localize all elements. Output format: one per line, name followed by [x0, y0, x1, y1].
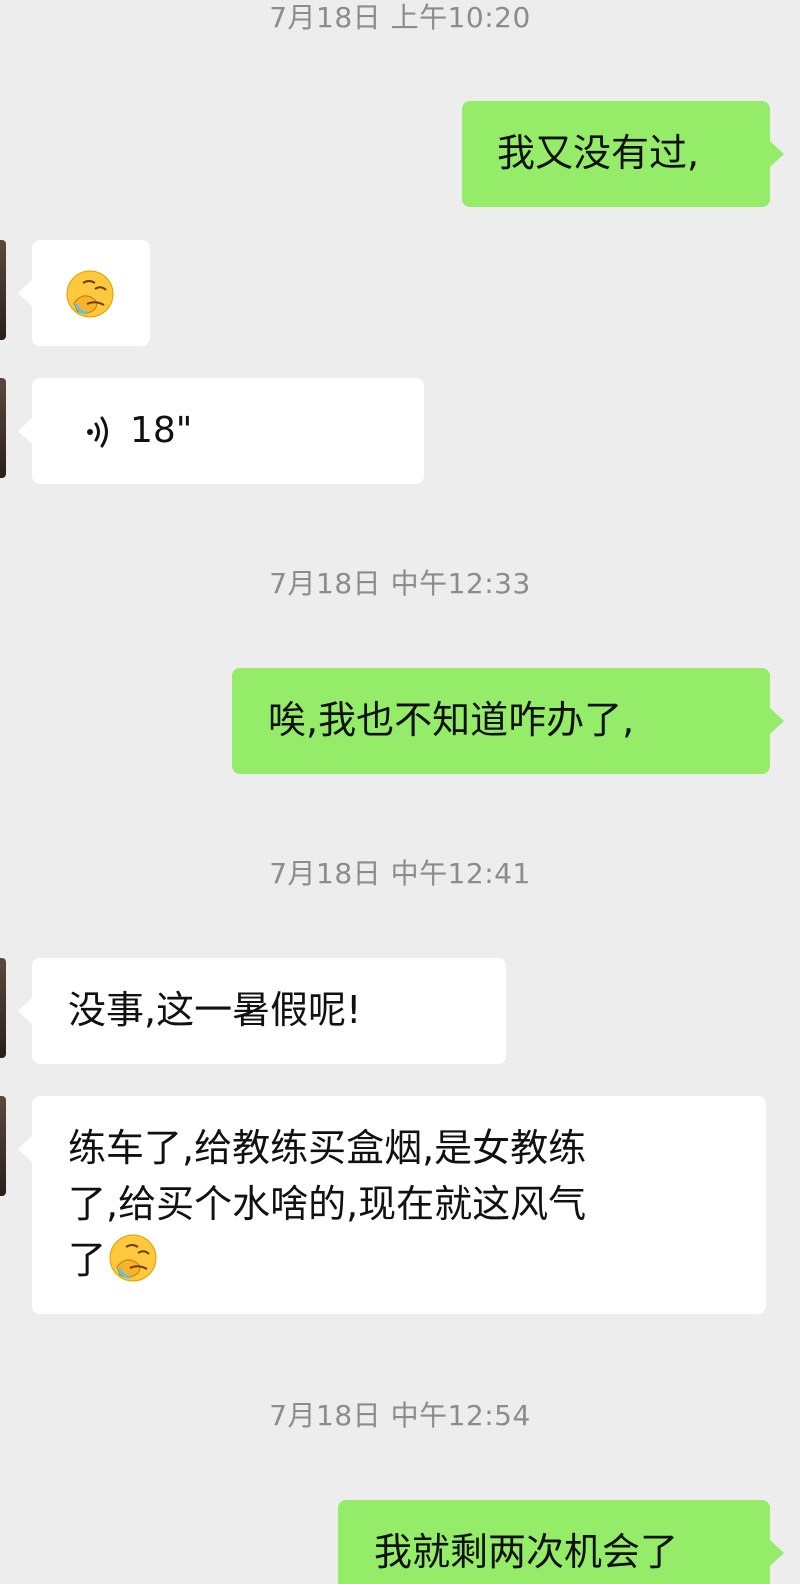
incoming-emoji-message[interactable]: [18, 240, 150, 346]
outgoing-message[interactable]: 我就剩两次机会了: [338, 1500, 784, 1584]
avatar[interactable]: [0, 958, 6, 1058]
timestamp: 7月18日 上午10:20: [269, 1, 531, 34]
voice-duration: 18": [130, 410, 193, 451]
outgoing-message[interactable]: 我又没有过,: [462, 101, 784, 207]
message-text: 没事,这一暑假呢!: [68, 988, 362, 1032]
facepalm-crying-emoji: [108, 1233, 158, 1283]
outgoing-message[interactable]: 唉,我也不知道咋办了,: [232, 668, 784, 774]
voice-row: 18": [80, 378, 424, 484]
incoming-message[interactable]: 练车了,给教练买盒烟,是女教练 了,给买个水啥的,现在就这风气 了: [18, 1096, 766, 1314]
facepalm-crying-emoji: [65, 269, 115, 319]
message-text: 唉,我也不知道咋办了,: [268, 698, 635, 742]
avatar[interactable]: [0, 1096, 6, 1196]
timestamp: 7月18日 中午12:41: [269, 857, 531, 890]
timestamp: 7月18日 中午12:54: [269, 1399, 531, 1432]
message-text: 我就剩两次机会了: [374, 1530, 679, 1574]
message-text: 练车了,给教练买盒烟,是女教练 了,给买个水啥的,现在就这风气 了: [68, 1120, 748, 1288]
timestamp: 7月18日 中午12:33: [269, 567, 531, 600]
message-text: 我又没有过,: [497, 131, 700, 175]
chat-window: 7月18日 上午10:20 我又没有过, 18" 7月18日 中午12:33 唉…: [0, 0, 800, 1584]
incoming-voice-message[interactable]: 18": [18, 378, 424, 484]
voice-wave-icon: [80, 411, 116, 451]
incoming-message[interactable]: 没事,这一暑假呢!: [18, 958, 506, 1064]
avatar[interactable]: [0, 240, 6, 340]
avatar[interactable]: [0, 378, 6, 478]
